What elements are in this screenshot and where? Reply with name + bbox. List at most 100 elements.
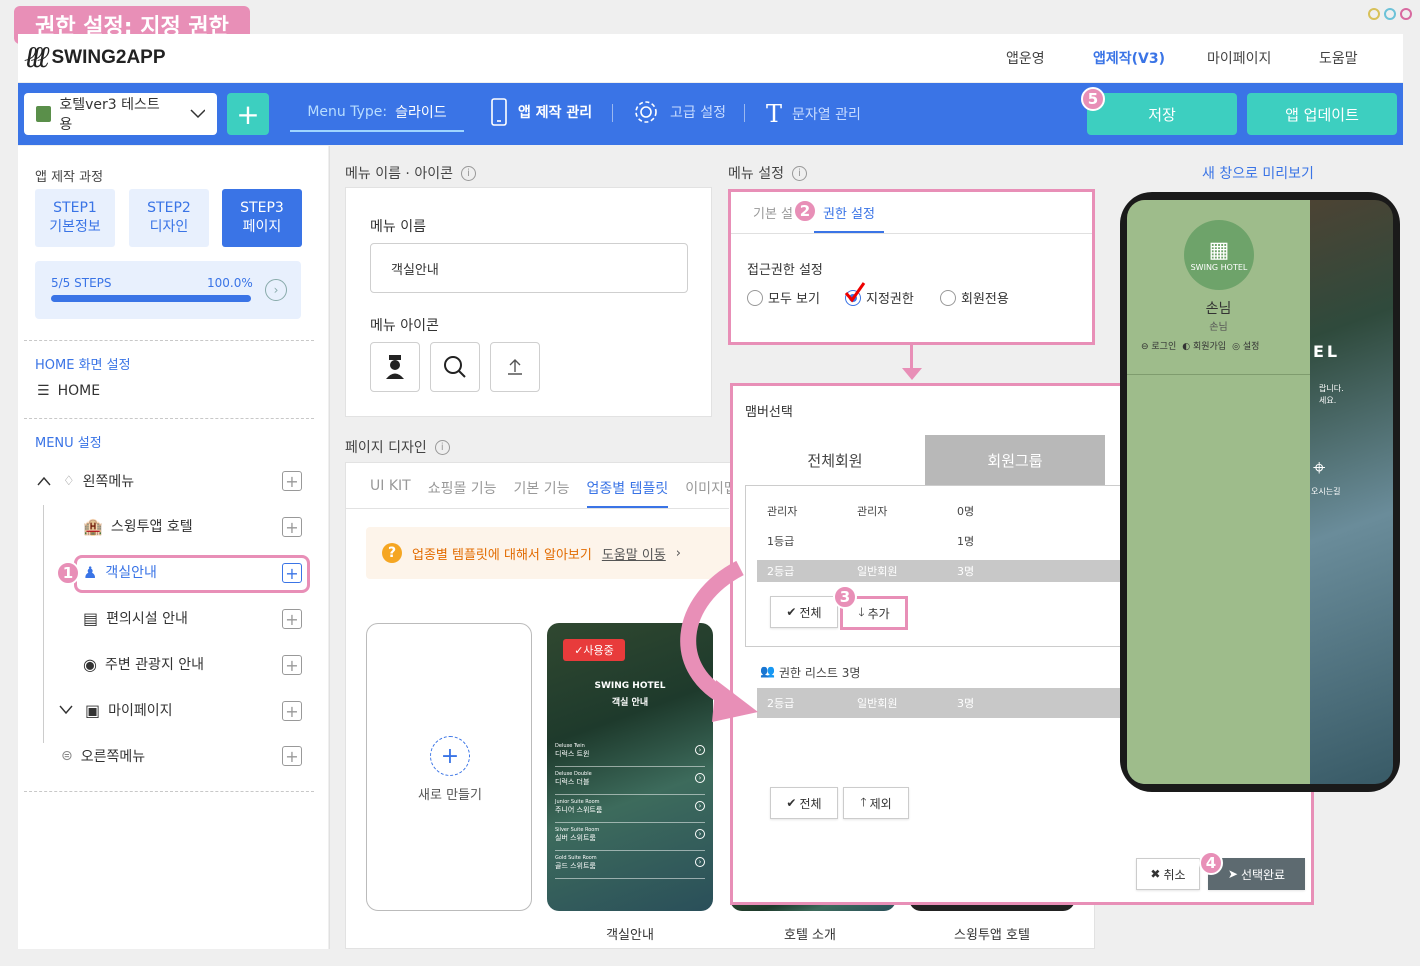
join-label: 회원가입 bbox=[1192, 342, 1227, 352]
add-submenu-button[interactable]: + bbox=[282, 746, 302, 766]
divider bbox=[24, 418, 314, 419]
step3-button[interactable]: STEP3 페이지 bbox=[222, 189, 302, 247]
radio-members[interactable]: 회원전용 bbox=[940, 288, 1009, 307]
upload-icon[interactable] bbox=[490, 342, 540, 392]
steps-percent: 100.0% bbox=[207, 276, 253, 290]
menu-settings-label: 메뉴 설정 bbox=[728, 166, 784, 182]
radio-members-label: 회원전용 bbox=[961, 292, 1009, 307]
row-count: 3명 bbox=[957, 565, 975, 578]
login-link[interactable]: ⊖ 로그인 bbox=[1141, 339, 1176, 352]
right-menu-group[interactable]: ⊜ 오른쪽메뉴 bbox=[61, 746, 145, 766]
tab-shopping[interactable]: 쇼핑몰 기능 bbox=[428, 478, 497, 508]
menu-icon-label: 메뉴 아이콘 bbox=[370, 318, 439, 334]
radio-all-label: 모두 보기 bbox=[768, 292, 820, 307]
save-button[interactable]: 저장 bbox=[1087, 93, 1237, 135]
preview-user: 손님 bbox=[1205, 301, 1232, 317]
close-icon: ✖ bbox=[1150, 867, 1161, 881]
sidebar-item-rooms[interactable]: ♟ 객실안내 bbox=[83, 562, 157, 582]
nav-help[interactable]: 도움말 bbox=[1319, 48, 1358, 68]
chevron-right-icon[interactable]: › bbox=[265, 279, 287, 301]
menu-type[interactable]: Menu Type: 슬라이드 bbox=[290, 94, 464, 132]
menu-type-value: 슬라이드 bbox=[395, 105, 447, 121]
chevron-up-icon bbox=[37, 476, 51, 486]
app-manage-tab[interactable]: 앱 제작 관리 bbox=[490, 98, 592, 126]
add-submenu-button[interactable]: + bbox=[282, 563, 302, 583]
row-grade: 2등급 bbox=[767, 697, 795, 710]
nav-app-operate[interactable]: 앱운영 bbox=[1006, 48, 1045, 68]
select-all-list-button[interactable]: ✔ 전체 bbox=[770, 787, 838, 819]
logo-mark-icon: ℓℓℓ bbox=[24, 40, 49, 75]
info-icon[interactable]: i bbox=[434, 439, 450, 455]
nav-mypage[interactable]: 마이페이지 bbox=[1207, 48, 1271, 68]
toolbar-divider bbox=[612, 104, 613, 122]
join-link[interactable]: ◐ 회원가입 bbox=[1182, 339, 1226, 352]
room-name-en: Gold Suite Room bbox=[555, 855, 597, 861]
app-update-button[interactable]: 앱 업데이트 bbox=[1247, 93, 1397, 135]
sidebar-item-label: 마이페이지 bbox=[108, 703, 173, 719]
tab-industry-template[interactable]: 업종별 템플릿 bbox=[586, 478, 669, 508]
menu-name-input[interactable]: 객실안내 bbox=[370, 243, 688, 293]
row-group: 일반회원 bbox=[857, 697, 898, 710]
remove-button[interactable]: 🡑 제외 bbox=[843, 787, 909, 819]
row-grade: 1등급 bbox=[767, 535, 795, 548]
radio-all[interactable]: 모두 보기 bbox=[747, 288, 820, 307]
question-icon: ? bbox=[382, 543, 402, 563]
search-icon[interactable] bbox=[430, 342, 480, 392]
tab-ui-kit[interactable]: UI KIT bbox=[370, 478, 411, 508]
chevron-right-icon: › bbox=[695, 801, 705, 811]
radio-circle-icon bbox=[747, 289, 763, 306]
tab-all-members[interactable]: 전체회원 bbox=[745, 435, 925, 485]
add-submenu-button[interactable]: + bbox=[282, 471, 302, 491]
template-room-item: Silver Suite Room 실버 스위트룸 › bbox=[555, 823, 705, 851]
menu-name-label: 메뉴 이름 bbox=[370, 219, 426, 235]
sidebar-item-facilities[interactable]: ▤ 편의시설 안내 bbox=[83, 608, 188, 628]
logo[interactable]: ℓℓℓ SWING2APP bbox=[24, 40, 166, 75]
room-name-ko: 골드 스위트룸 bbox=[555, 862, 596, 870]
bellboy-icon[interactable] bbox=[370, 342, 420, 392]
preview-new-window-link[interactable]: 새 창으로 미리보기 bbox=[1202, 163, 1314, 183]
add-submenu-button[interactable]: + bbox=[282, 655, 302, 675]
template-room-item: Deluxe Twin 디럭스 트윈 › bbox=[555, 739, 705, 767]
cancel-button[interactable]: ✖ 취소 bbox=[1136, 858, 1200, 890]
new-template-card[interactable]: + 새로 만들기 bbox=[366, 623, 532, 911]
tab-basic[interactable]: 기본 기능 bbox=[514, 478, 570, 508]
gear-icon bbox=[635, 101, 657, 123]
home-item[interactable]: ☰ HOME bbox=[37, 383, 100, 399]
phone-icon bbox=[491, 98, 507, 126]
sidebar-item-label: 주변 관광지 안내 bbox=[104, 657, 205, 673]
step2-button[interactable]: STEP2 디자인 bbox=[129, 189, 209, 247]
step1-button[interactable]: STEP1 기본정보 bbox=[35, 189, 115, 247]
help-link[interactable]: 도움말 이동 bbox=[602, 544, 666, 563]
chevron-down-icon bbox=[59, 705, 73, 715]
select-all-button[interactable]: ✔ 전체 bbox=[770, 596, 838, 628]
app-select[interactable]: 호텔ver3 테스트용 bbox=[24, 93, 217, 135]
add-submenu-button[interactable]: + bbox=[282, 609, 302, 629]
sidebar-item-mypage[interactable]: ▣ 마이페이지 bbox=[59, 700, 173, 720]
advanced-settings-tab[interactable]: 고급 설정 bbox=[632, 98, 726, 126]
add-submenu-button[interactable]: + bbox=[282, 701, 302, 721]
add-submenu-button[interactable]: + bbox=[282, 517, 302, 537]
tab-permission-settings[interactable]: 권한 설정 bbox=[823, 203, 875, 222]
progress-fill bbox=[51, 295, 251, 302]
hamburger-icon: ☰ bbox=[37, 383, 50, 399]
room-name-en: Silver Suite Room bbox=[555, 827, 600, 833]
app-select-value: 호텔ver3 테스트용 bbox=[59, 97, 160, 133]
info-icon[interactable]: i bbox=[460, 165, 476, 181]
bell-icon: ♢ bbox=[63, 473, 75, 489]
left-menu-group[interactable]: ♢ 왼쪽메뉴 bbox=[37, 471, 134, 491]
sidebar-item-hotel[interactable]: 🏨 스윙투앱 호텔 bbox=[83, 516, 193, 536]
strings-tab[interactable]: T 문자열 관리 bbox=[766, 100, 861, 128]
add-app-button[interactable]: + bbox=[227, 93, 269, 135]
tab-member-groups[interactable]: 회원그룹 bbox=[925, 435, 1105, 485]
map-pin-icon[interactable]: ⌖ bbox=[1313, 456, 1325, 481]
sidebar-item-tour[interactable]: ◉ 주변 관광지 안내 bbox=[83, 654, 204, 674]
room-name-ko: 실버 스위트룸 bbox=[555, 834, 596, 842]
radio-designated[interactable]: 지정권한 bbox=[844, 281, 914, 307]
select-all-label: 전체 bbox=[799, 796, 822, 811]
right-menu-label: 오른쪽메뉴 bbox=[80, 749, 146, 765]
connector-line bbox=[910, 345, 913, 369]
radio-designated-label: 지정권한 bbox=[866, 292, 914, 307]
settings-link[interactable]: ◎ 설정 bbox=[1232, 339, 1259, 352]
info-icon[interactable]: i bbox=[791, 165, 807, 181]
nav-app-build[interactable]: 앱제작(V3) bbox=[1093, 48, 1165, 68]
